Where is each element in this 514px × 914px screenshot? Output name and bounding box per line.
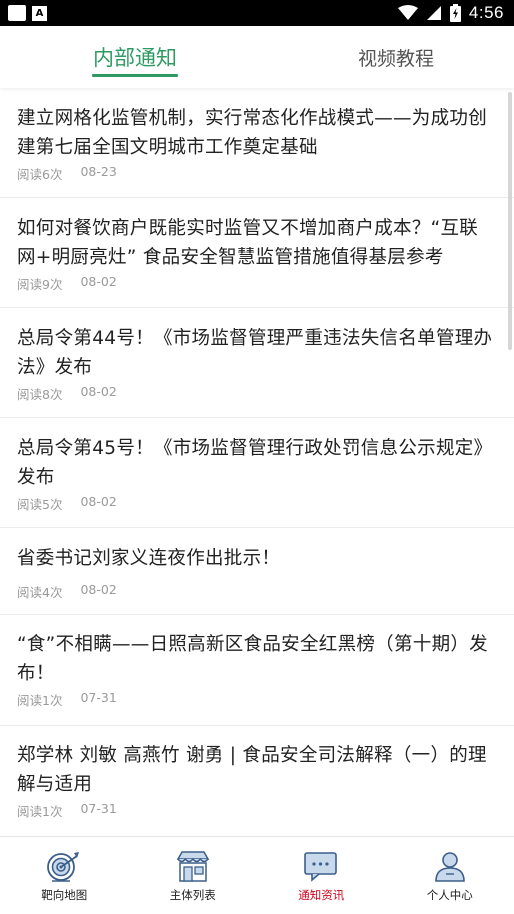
nav-target-map[interactable]: 靶向地图	[0, 837, 129, 914]
clock: 4:56	[468, 3, 504, 22]
article-date: 08-02	[80, 494, 117, 509]
read-count: 阅读1次	[17, 693, 63, 708]
article-title: “食”不相瞒——日照高新区食品安全红黑榜（第十期）发布！	[17, 634, 488, 684]
article-title: 总局令第44号！《市场监督管理严重违法失信名单管理办法》发布	[17, 328, 493, 378]
article-date: 08-02	[80, 582, 117, 597]
list-item[interactable]: 建立网格化监管机制，实行常态化作战模式——为成功创建第七届全国文明城市工作奠定基…	[0, 90, 514, 198]
wifi-icon	[397, 5, 418, 20]
tab-internal-notice[interactable]: 内部通知	[65, 26, 205, 88]
tab-video-tutorial[interactable]: 视频教程	[326, 26, 466, 88]
article-title: 建立网格化监管机制，实行常态化作战模式——为成功创建第七届全国文明城市工作奠定基…	[17, 108, 488, 158]
article-date: 08-02	[80, 384, 117, 399]
list-item[interactable]: 总局令第45号！《市场监督管理行政处罚信息公示规定》发布 阅读5次 08-02	[0, 418, 514, 528]
nav-entity-list[interactable]: 主体列表	[129, 837, 258, 914]
read-count: 阅读4次	[17, 585, 63, 600]
target-map-icon	[47, 852, 80, 882]
article-title: 总局令第45号！《市场监督管理行政处罚信息公示规定》发布	[17, 438, 493, 488]
nav-label: 个人中心	[426, 888, 473, 902]
list-item[interactable]: 郑学林 刘敏 高燕竹 谢勇 | 食品安全司法解释（一）的理解与适用 阅读1次 0…	[0, 726, 514, 836]
read-count: 阅读8次	[17, 387, 63, 402]
read-count: 阅读5次	[17, 497, 63, 512]
tab-label: 内部通知	[93, 46, 177, 70]
tab-active-indicator	[92, 74, 178, 77]
storefront-icon	[176, 851, 210, 882]
article-title: 省委书记刘家义连夜作出批示！	[17, 548, 281, 569]
chat-bubble-icon	[304, 852, 338, 882]
read-count: 阅读1次	[17, 804, 63, 819]
status-bar: A 4:56	[0, 0, 514, 26]
list-item[interactable]: “食”不相瞒——日照高新区食品安全红黑榜（第十期）发布！ 阅读1次 07-31	[0, 615, 514, 726]
person-icon	[434, 852, 465, 882]
signal-icon	[426, 6, 441, 20]
article-date: 08-23	[80, 164, 117, 179]
nav-notice-info[interactable]: 通知资讯	[257, 837, 386, 914]
list-item[interactable]: 总局令第44号！《市场监督管理严重违法失信名单管理办法》发布 阅读8次 08-0…	[0, 308, 514, 418]
article-title: 郑学林 刘敏 高燕竹 谢勇 | 食品安全司法解释（一）的理解与适用	[17, 745, 487, 795]
read-count: 阅读6次	[17, 167, 63, 182]
list-item[interactable]: 省委书记刘家义连夜作出批示！ 阅读4次 08-02	[0, 528, 514, 615]
tab-label: 视频教程	[357, 47, 434, 70]
a-notification-icon: A	[32, 6, 47, 21]
scrollbar[interactable]	[508, 92, 512, 350]
battery-charging-icon	[449, 4, 461, 22]
nav-personal-center[interactable]: 个人中心	[386, 837, 514, 914]
nav-label: 通知资讯	[298, 888, 345, 902]
bottom-nav: 靶向地图 主体列表 通知资讯 个人中心	[0, 836, 514, 914]
article-list[interactable]: 建立网格化监管机制，实行常态化作战模式——为成功创建第七届全国文明城市工作奠定基…	[0, 90, 514, 836]
article-date: 07-31	[80, 690, 117, 705]
read-count: 阅读9次	[17, 277, 63, 292]
article-date: 07-31	[80, 801, 117, 816]
app-notification-icon	[8, 5, 26, 21]
list-item[interactable]: 如何对餐饮商户既能实时监管又不增加商户成本？“互联网+明厨亮灶” 食品安全智慧监…	[0, 198, 514, 308]
nav-label: 靶向地图	[41, 888, 88, 902]
article-date: 08-02	[80, 274, 117, 289]
nav-label: 主体列表	[169, 888, 216, 902]
tab-bar: 内部通知 视频教程	[0, 26, 514, 88]
article-title: 如何对餐饮商户既能实时监管又不增加商户成本？“互联网+明厨亮灶” 食品安全智慧监…	[17, 218, 479, 268]
